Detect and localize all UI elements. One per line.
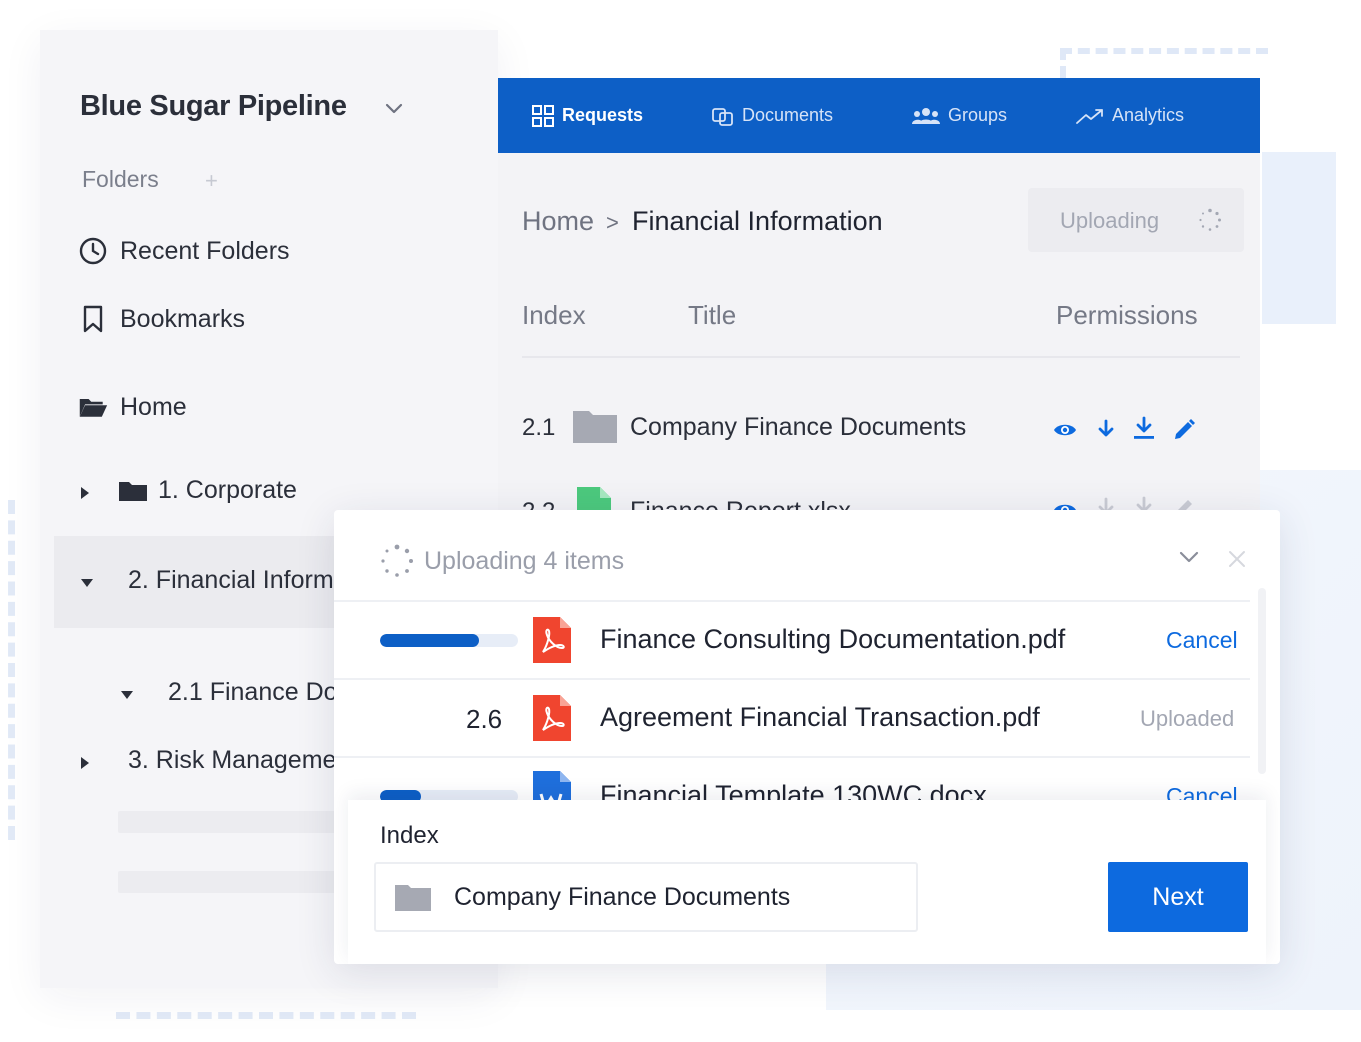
column-header-permissions[interactable]: Permissions	[1056, 300, 1198, 331]
bookmark-icon	[78, 304, 108, 334]
next-button[interactable]: Next	[1108, 862, 1248, 932]
users-icon	[912, 107, 940, 124]
tree-item-corporate[interactable]: 1. Corporate	[118, 476, 297, 505]
index-select[interactable]: Company Finance Documents	[374, 862, 918, 932]
tab-label: Analytics	[1112, 105, 1185, 125]
add-folder-button[interactable]: +	[205, 168, 218, 194]
download-tray-icon[interactable]	[1132, 416, 1156, 440]
sidebar-item-label: Home	[120, 392, 187, 421]
divider	[522, 356, 1240, 358]
sidebar-item-recent-folders[interactable]: Recent Folders	[78, 236, 290, 266]
row-index: 2.1	[522, 414, 556, 441]
tab-analytics[interactable]: Analytics	[1076, 78, 1184, 153]
sidebar-item-bookmarks[interactable]: Bookmarks	[78, 304, 245, 334]
folders-label: Folders	[82, 166, 159, 192]
index-picker: Index Company Finance Documents Next	[348, 800, 1266, 964]
upload-status-pill[interactable]: Uploading	[1028, 188, 1244, 252]
folder-icon	[395, 885, 431, 911]
index-label: Index	[380, 822, 439, 849]
column-header-index[interactable]: Index	[522, 300, 586, 331]
clock-icon	[78, 236, 108, 266]
divider	[334, 678, 1250, 680]
sidebar-item-label: Recent Folders	[120, 236, 290, 265]
upload-dialog-title: Uploading 4 items	[424, 546, 625, 575]
skeleton-placeholder	[118, 811, 348, 833]
row-title[interactable]: Company Finance Documents	[630, 413, 966, 442]
upload-progress-fill	[380, 634, 480, 647]
cancel-upload-button[interactable]: Cancel	[1166, 627, 1238, 654]
pdf-file-icon	[533, 695, 571, 741]
page-title: Financial Information	[632, 206, 883, 236]
tree-item-finance-documents[interactable]: 2.1 Finance Documents	[158, 678, 334, 707]
tree-item-risk-management[interactable]: 3. Risk Management	[118, 746, 334, 775]
tree-item-label: 2.1 Finance Documents	[168, 678, 334, 706]
spinner-icon	[1199, 208, 1221, 231]
divider	[334, 756, 1250, 758]
grid-icon	[532, 104, 554, 127]
caret-down-icon[interactable]	[120, 688, 134, 702]
upload-dialog: Uploading 4 items Finance Consulting Doc…	[334, 510, 1280, 964]
caret-right-icon[interactable]	[78, 756, 92, 770]
sidebar-item-label: Bookmarks	[120, 304, 246, 333]
caret-down-icon[interactable]	[80, 576, 94, 590]
tree-item-label: 3. Risk Management	[128, 746, 334, 774]
tab-documents[interactable]: Documents	[712, 78, 833, 153]
folder-open-icon	[78, 392, 108, 422]
download-icon[interactable]	[1094, 418, 1118, 442]
breadcrumb-home[interactable]: Home	[522, 206, 594, 237]
upload-status-label: Uploading	[1060, 208, 1160, 233]
tab-label: Requests	[562, 105, 644, 125]
upload-file-name: Finance Consulting Documentation.pdf	[600, 624, 1066, 654]
folder-icon	[573, 411, 617, 443]
tab-groups[interactable]: Groups	[912, 78, 1007, 153]
sidebar-item-home[interactable]: Home	[78, 392, 187, 422]
caret-right-icon[interactable]	[78, 486, 92, 500]
tree-item-financial-information[interactable]: 2. Financial Information	[118, 566, 334, 595]
skeleton-placeholder	[118, 871, 348, 893]
app-title: Blue Sugar Pipeline	[80, 90, 347, 122]
upload-file-index: 2.6	[466, 704, 503, 734]
close-icon[interactable]	[1228, 550, 1246, 568]
column-header-title[interactable]: Title	[688, 300, 736, 331]
edit-icon[interactable]	[1172, 418, 1196, 442]
background-block	[1262, 152, 1336, 324]
view-icon[interactable]	[1053, 418, 1077, 442]
main-panel: Requests Documents Groups Analytics Home…	[498, 78, 1260, 528]
tab-requests[interactable]: Requests	[532, 78, 643, 153]
copy-icon	[712, 107, 733, 126]
folder-icon	[119, 481, 147, 501]
tab-label: Documents	[742, 105, 834, 125]
index-select-value: Company Finance Documents	[454, 882, 791, 911]
upload-file-name: Agreement Financial Transaction.pdf	[600, 702, 1040, 732]
upload-progress-bar	[380, 634, 518, 647]
background-dots	[8, 500, 16, 840]
spinner-icon	[381, 544, 413, 577]
scrollbar[interactable]	[1258, 588, 1266, 774]
chevron-down-icon[interactable]	[1178, 546, 1200, 568]
tree-item-label: 2. Financial Information	[128, 566, 334, 594]
divider	[334, 600, 1250, 602]
background-dots	[116, 1012, 416, 1020]
top-navbar: Requests Documents Groups Analytics	[498, 78, 1260, 153]
upload-dialog-header: Uploading 4 items	[380, 544, 624, 578]
trend-up-icon	[1076, 108, 1103, 124]
tab-label: Groups	[948, 105, 1008, 125]
chevron-down-icon[interactable]	[384, 98, 404, 118]
pdf-file-icon	[533, 617, 571, 663]
upload-status: Uploaded	[1140, 706, 1235, 731]
breadcrumb-separator: >	[606, 210, 619, 235]
tree-item-label: 1. Corporate	[158, 476, 297, 504]
